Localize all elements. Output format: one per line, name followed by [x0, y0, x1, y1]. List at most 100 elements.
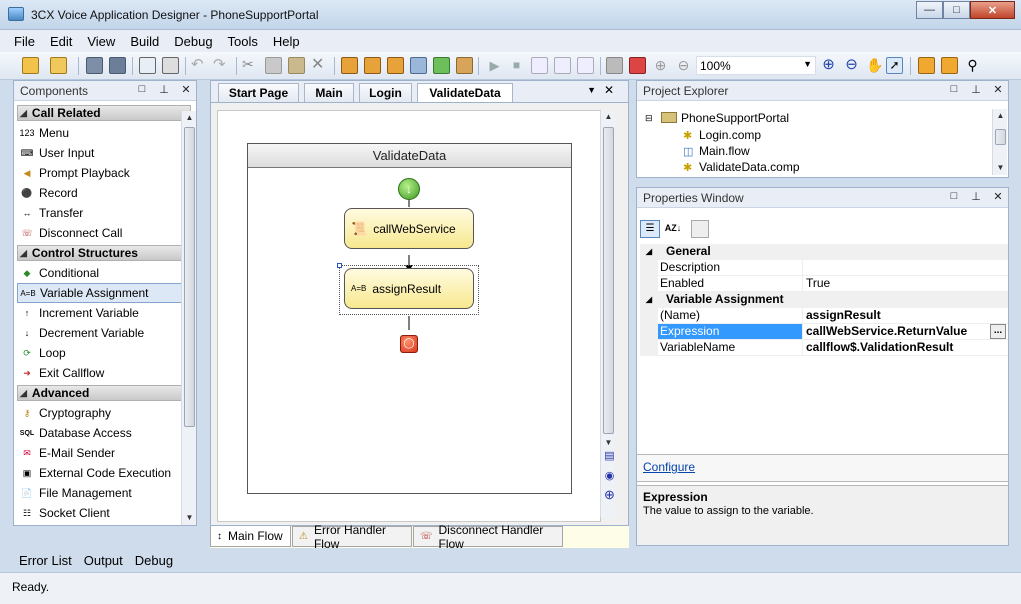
end-node-icon[interactable]: ◯	[400, 335, 418, 353]
cut-icon[interactable]: ✂	[242, 57, 259, 74]
zoom-navigation-icon[interactable]: ▤	[602, 449, 617, 464]
configure-link[interactable]: Configure	[643, 460, 695, 474]
component-user-input[interactable]: ⌨ User Input	[17, 143, 191, 163]
find-icon[interactable]: ⚲	[964, 57, 981, 74]
property-row-enabled[interactable]: Enabled True	[640, 276, 1008, 292]
component-loop[interactable]: ⟳ Loop	[17, 343, 191, 363]
scroll-up-icon[interactable]: ▲	[993, 109, 1008, 123]
paste-icon[interactable]	[288, 57, 305, 74]
tab-validatedata[interactable]: ValidateData	[417, 83, 513, 103]
component-disconnect-call[interactable]: ☏ Disconnect Call	[17, 223, 191, 243]
component-increment-variable[interactable]: ↑ Increment Variable	[17, 303, 191, 323]
pan-hand-icon[interactable]: ✋	[866, 57, 883, 74]
new-project-icon[interactable]	[22, 57, 39, 74]
tab-list-chevron-icon[interactable]: ▼	[587, 85, 596, 95]
open-folder-icon[interactable]	[50, 57, 67, 74]
scrollbar-thumb[interactable]	[995, 129, 1006, 145]
save-icon[interactable]	[86, 57, 103, 74]
tree-collapse-icon[interactable]: ⊟	[645, 113, 653, 124]
flow-node-callwebservice[interactable]: 📜 callWebService	[344, 208, 474, 249]
category-control-structures[interactable]: ◢ Control Structures	[17, 245, 191, 261]
tab-disconnect-handler-flow[interactable]: ☏ Disconnect Handler Flow	[413, 523, 563, 551]
component-email-sender[interactable]: ✉ E-Mail Sender	[17, 443, 191, 463]
minimize-button[interactable]: —	[916, 1, 943, 19]
property-row-description[interactable]: Description	[640, 260, 1008, 276]
tree-item-validatedata[interactable]: ValidateData.comp	[699, 160, 800, 174]
save-all-icon[interactable]	[109, 57, 126, 74]
tab-login[interactable]: Login	[359, 83, 412, 103]
flow-node-assignresult[interactable]: A=B assignResult	[344, 268, 474, 309]
tab-close-icon[interactable]: ✕	[604, 83, 614, 97]
component-record[interactable]: ⚫ Record	[17, 183, 191, 203]
menu-build[interactable]: Build	[130, 34, 159, 49]
category-advanced[interactable]: ◢ Advanced	[17, 385, 191, 401]
alphabetical-sort-icon[interactable]: AZ↓	[663, 220, 683, 238]
category-call-related[interactable]: ◢ Call Related	[17, 105, 191, 121]
property-row-name[interactable]: (Name) assignResult	[640, 308, 1008, 324]
play-icon[interactable]: ▶	[486, 57, 503, 74]
component-file-management[interactable]: 📄 File Management	[17, 483, 191, 503]
tree-item-main[interactable]: Main.flow	[699, 144, 750, 158]
stop-icon[interactable]: ■	[508, 57, 525, 74]
menu-help[interactable]: Help	[273, 34, 300, 49]
binoculars-icon[interactable]: ◉	[602, 469, 617, 484]
component-socket-client[interactable]: ☷ Socket Client	[17, 503, 191, 523]
selection-handle[interactable]	[337, 263, 342, 268]
pin-icon[interactable]: ⊥	[970, 190, 982, 203]
component-conditional[interactable]: ◆ Conditional	[17, 263, 191, 283]
components-scrollbar[interactable]: ▲ ▼	[181, 111, 196, 525]
zoom-in-icon[interactable]: ⊕	[820, 57, 837, 74]
breakpoint-icon[interactable]	[606, 57, 623, 74]
build-project-icon[interactable]	[364, 57, 381, 74]
component-cryptography[interactable]: ⚷ Cryptography	[17, 403, 191, 423]
menu-tools[interactable]: Tools	[228, 34, 258, 49]
flow-canvas[interactable]: ValidateData ↓ 📜 callWebService A=B assi…	[217, 110, 601, 522]
maximize-button[interactable]: □	[943, 1, 970, 19]
delete-icon[interactable]: ✕	[311, 57, 328, 74]
tab-error-handler-flow[interactable]: ⚠ Error Handler Flow	[292, 523, 412, 551]
step-into-icon[interactable]	[554, 57, 571, 74]
component-transfer[interactable]: ↔ Transfer	[17, 203, 191, 223]
property-group-general[interactable]: ◢ General	[640, 244, 1008, 260]
component-prompt-playback[interactable]: ◀ Prompt Playback	[17, 163, 191, 183]
window-position-icon[interactable]: □	[948, 83, 960, 96]
ellipsis-button[interactable]: ...	[990, 324, 1006, 339]
tree-root[interactable]: PhoneSupportPortal	[681, 111, 789, 125]
scrollbar-thumb[interactable]	[184, 127, 195, 427]
tab-error-list[interactable]: Error List	[19, 553, 72, 568]
component-external-code-execution[interactable]: ▣ External Code Execution	[17, 463, 191, 483]
close-icon[interactable]: ✕	[992, 190, 1004, 203]
project-explorer-scrollbar[interactable]: ▲ ▼	[992, 109, 1007, 175]
categorized-view-icon[interactable]: ☰	[640, 220, 660, 238]
scroll-up-icon[interactable]: ▲	[601, 110, 616, 124]
component-menu[interactable]: 1​23 Menu	[17, 123, 191, 143]
scroll-down-icon[interactable]: ▼	[601, 436, 616, 450]
property-group-variable-assignment[interactable]: ◢ Variable Assignment	[640, 292, 1008, 308]
window-position-icon[interactable]: □	[136, 83, 148, 96]
build-icon[interactable]	[341, 57, 358, 74]
scroll-down-icon[interactable]: ▼	[182, 511, 197, 525]
component-database-access[interactable]: SQL Database Access	[17, 423, 191, 443]
property-row-variablename[interactable]: VariableName callflow$.ValidationResult	[640, 340, 1008, 356]
tab-debug[interactable]: Debug	[135, 553, 173, 568]
property-pages-icon[interactable]	[691, 220, 709, 238]
scroll-down-icon[interactable]: ▼	[993, 161, 1008, 175]
debug-build-icon[interactable]	[410, 57, 427, 74]
close-button[interactable]: ✕	[970, 1, 1015, 19]
menu-view[interactable]: View	[87, 34, 115, 49]
menu-file[interactable]: File	[14, 34, 35, 49]
collapse-icon[interactable]	[941, 57, 958, 74]
tab-main[interactable]: Main	[304, 83, 354, 103]
publish-icon[interactable]	[456, 57, 473, 74]
step-out-icon[interactable]	[577, 57, 594, 74]
redo-icon[interactable]: ↷	[213, 57, 230, 74]
tab-start-page[interactable]: Start Page	[218, 83, 299, 103]
component-variable-assignment[interactable]: A=B Variable Assignment	[17, 283, 191, 303]
close-icon[interactable]: ✕	[992, 83, 1004, 96]
zoom-select[interactable]: 100% ▼	[696, 56, 816, 75]
window-position-icon[interactable]: □	[948, 190, 960, 203]
upload-icon[interactable]	[433, 57, 450, 74]
copy-icon[interactable]	[265, 57, 282, 74]
scrollbar-thumb[interactable]	[603, 127, 614, 434]
undo-icon[interactable]: ↶	[191, 57, 208, 74]
